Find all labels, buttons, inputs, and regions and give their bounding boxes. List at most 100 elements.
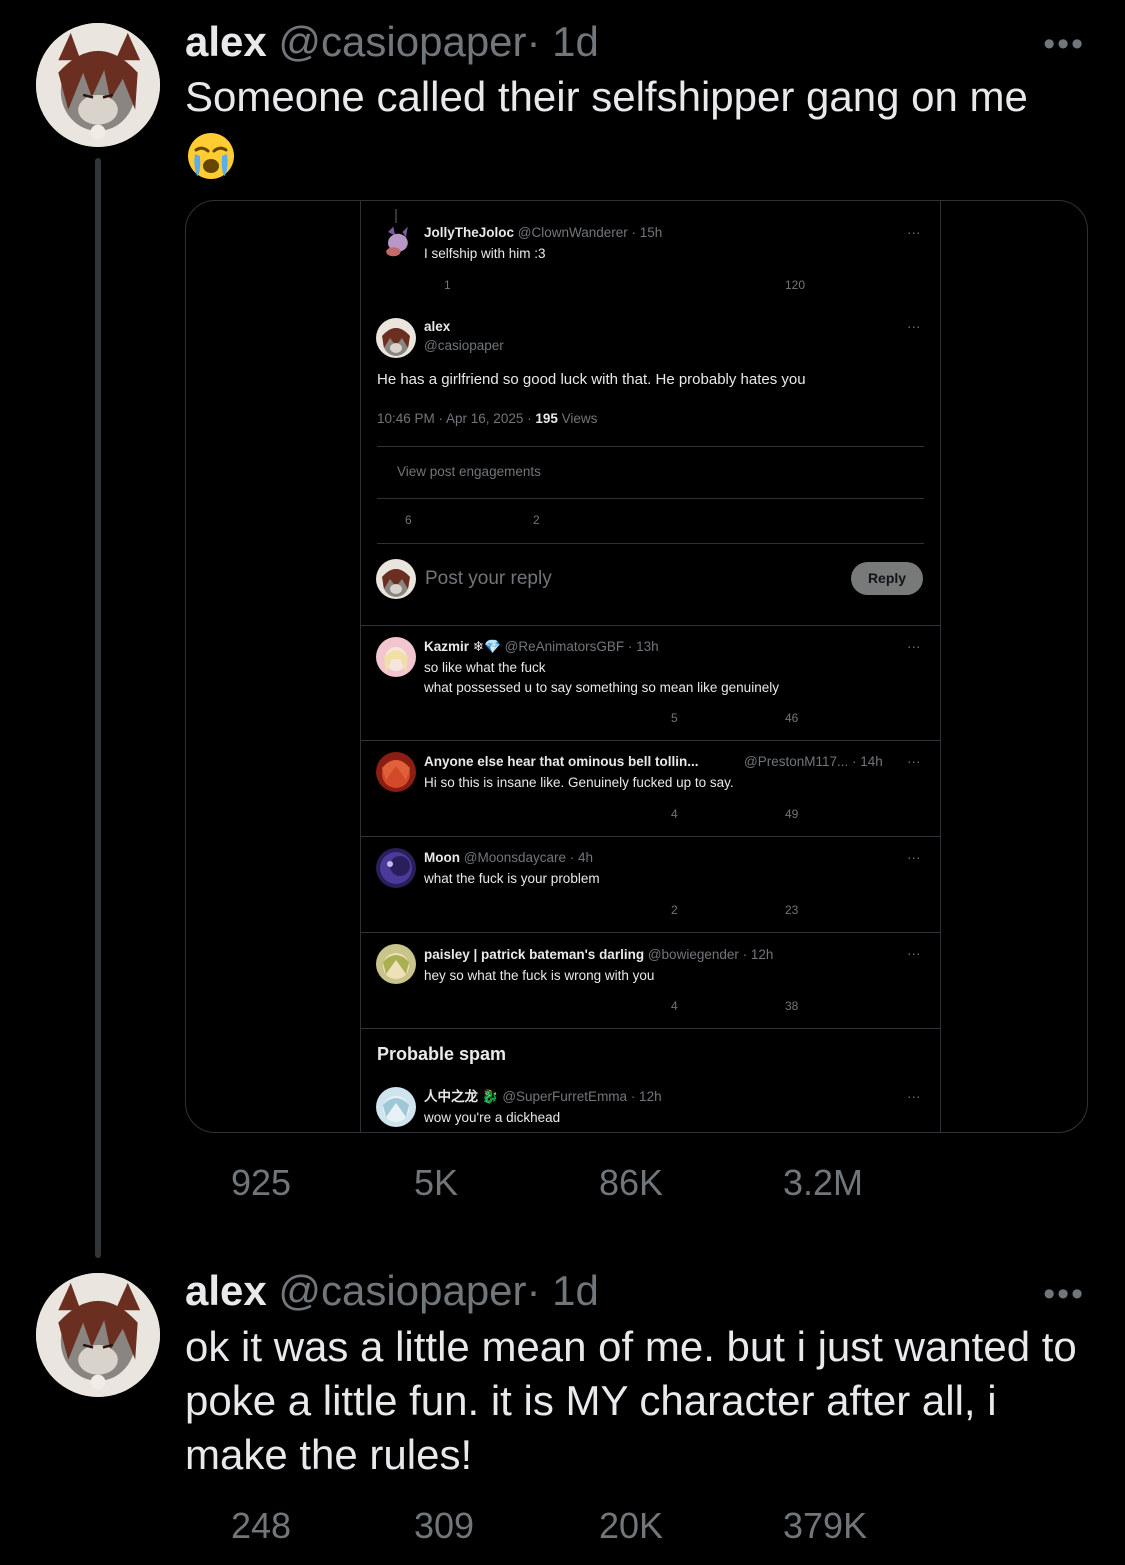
author-name[interactable]: alex: [185, 18, 267, 65]
share-icon[interactable]: [906, 710, 922, 726]
author-name[interactable]: JollyTheJoloc: [424, 225, 514, 240]
author-name[interactable]: 人中之龙 🐉: [424, 1089, 499, 1104]
views-button[interactable]: 38: [765, 998, 798, 1015]
author-handle[interactable]: @casiopaper: [278, 18, 526, 65]
reply-icon[interactable]: [424, 806, 440, 822]
like-button[interactable]: 2: [651, 902, 678, 919]
reply-button[interactable]: 248: [185, 1505, 291, 1547]
more-options-icon[interactable]: •••: [1043, 1275, 1085, 1314]
grok-icon[interactable]: [881, 946, 897, 962]
share-icon[interactable]: [906, 277, 922, 293]
repost-button[interactable]: 2: [511, 511, 540, 529]
repost-icon[interactable]: [538, 710, 554, 726]
author-name[interactable]: alex: [424, 318, 450, 335]
more-options-icon[interactable]: •••: [1043, 25, 1085, 64]
bookmark-button[interactable]: [920, 1505, 966, 1545]
repost-icon[interactable]: [538, 806, 554, 822]
reply-input[interactable]: Post your reply: [425, 568, 552, 590]
bookmark-icon[interactable]: [877, 277, 893, 293]
repost-count: 5K: [414, 1162, 459, 1203]
repost-icon[interactable]: [538, 902, 554, 918]
reply-submit-button[interactable]: Reply: [851, 562, 923, 595]
author-handle[interactable]: @SuperFurretEmma · 12h: [502, 1089, 661, 1104]
more-options-icon[interactable]: ···: [907, 318, 921, 335]
share-button[interactable]: [1044, 1162, 1090, 1202]
like-button[interactable]: 86K: [553, 1162, 663, 1204]
more-options-icon[interactable]: ···: [907, 753, 921, 770]
author-handle[interactable]: @casiopaper: [424, 337, 504, 354]
views-button[interactable]: 46: [765, 710, 798, 727]
more-options-icon[interactable]: ···: [907, 945, 921, 962]
repost-button[interactable]: 5K: [368, 1162, 458, 1204]
views-icon: [765, 711, 781, 727]
grok-icon[interactable]: [881, 319, 897, 335]
grok-icon[interactable]: [881, 639, 897, 655]
more-options-icon[interactable]: ···: [907, 849, 921, 866]
divider: [377, 446, 924, 447]
share-icon[interactable]: [906, 902, 922, 918]
author-handle[interactable]: @ClownWanderer · 15h: [518, 225, 663, 240]
reply-button[interactable]: 6: [383, 511, 412, 529]
reply-icon: [424, 278, 440, 294]
more-options-icon[interactable]: ···: [907, 224, 921, 241]
reply-icon[interactable]: [424, 998, 440, 1014]
avatar: [376, 559, 416, 599]
repost-icon[interactable]: [538, 998, 554, 1014]
reply-count: 248: [231, 1505, 292, 1546]
author-handle[interactable]: @PrestonM117... · 14h: [744, 753, 883, 770]
like-button[interactable]: 4: [651, 806, 678, 823]
author-name[interactable]: alex: [185, 1267, 267, 1314]
tweet-header: alex @casiopaper· 1d: [185, 17, 599, 67]
tweet-time[interactable]: · 1d: [527, 18, 599, 65]
reply-icon[interactable]: [424, 902, 440, 918]
reply-button[interactable]: 1: [424, 277, 451, 294]
author-name[interactable]: paisley | patrick bateman's darling: [424, 947, 644, 962]
bookmark-icon[interactable]: [877, 806, 893, 822]
grok-icon[interactable]: [881, 850, 897, 866]
grok-icon[interactable]: [881, 754, 897, 770]
reply-icon[interactable]: [424, 710, 440, 726]
avatar[interactable]: [36, 1273, 160, 1397]
author-handle[interactable]: @bowiegender · 12h: [648, 947, 774, 962]
more-options-icon[interactable]: ···: [907, 1088, 921, 1105]
more-options-icon[interactable]: ···: [907, 638, 921, 655]
bookmark-icon[interactable]: [877, 998, 893, 1014]
like-icon[interactable]: [641, 511, 659, 529]
bookmark-button[interactable]: [920, 1162, 966, 1202]
share-icon[interactable]: [906, 806, 922, 822]
author-name[interactable]: Moon: [424, 850, 460, 865]
author-name[interactable]: Anyone else hear that ominous bell tolli…: [424, 754, 699, 769]
avatar[interactable]: [36, 23, 160, 147]
views-button[interactable]: 379K: [737, 1505, 867, 1547]
share-icon[interactable]: [906, 998, 922, 1014]
share-button[interactable]: [1044, 1505, 1090, 1545]
thread-connector: [395, 209, 397, 223]
reply-button[interactable]: 925: [185, 1162, 291, 1204]
like-icon[interactable]: [651, 277, 667, 293]
views-button[interactable]: 49: [765, 806, 798, 823]
section-heading: Probable spam: [377, 1044, 507, 1064]
view-count: 3.2M: [783, 1162, 864, 1203]
grok-icon[interactable]: [881, 225, 897, 241]
share-icon[interactable]: [901, 511, 919, 529]
author-handle[interactable]: @Moonsdaycare · 4h: [464, 850, 593, 865]
like-button[interactable]: 20K: [553, 1505, 663, 1547]
author-handle[interactable]: @ReAnimatorsGBF · 13h: [505, 639, 659, 654]
like-icon: [651, 903, 667, 919]
views-button[interactable]: 3.2M: [737, 1162, 863, 1204]
bookmark-icon[interactable]: [877, 902, 893, 918]
like-button[interactable]: 4: [651, 998, 678, 1015]
repost-icon[interactable]: [538, 277, 554, 293]
views-button[interactable]: 120: [765, 277, 805, 294]
embedded-image[interactable]: JollyTheJoloc @ClownWanderer · 15h I sel…: [185, 200, 1088, 1133]
author-name[interactable]: Kazmir ❄💎: [424, 639, 501, 654]
grok-icon[interactable]: [881, 1089, 897, 1105]
bookmark-icon[interactable]: [877, 710, 893, 726]
author-handle[interactable]: @casiopaper: [278, 1267, 526, 1314]
view-engagements-link[interactable]: View post engagements: [377, 463, 541, 480]
like-button[interactable]: 5: [651, 710, 678, 727]
tweet-time[interactable]: · 1d: [527, 1267, 599, 1314]
bookmark-icon[interactable]: [771, 511, 789, 529]
repost-button[interactable]: 309: [368, 1505, 474, 1547]
views-button[interactable]: 23: [765, 902, 798, 919]
